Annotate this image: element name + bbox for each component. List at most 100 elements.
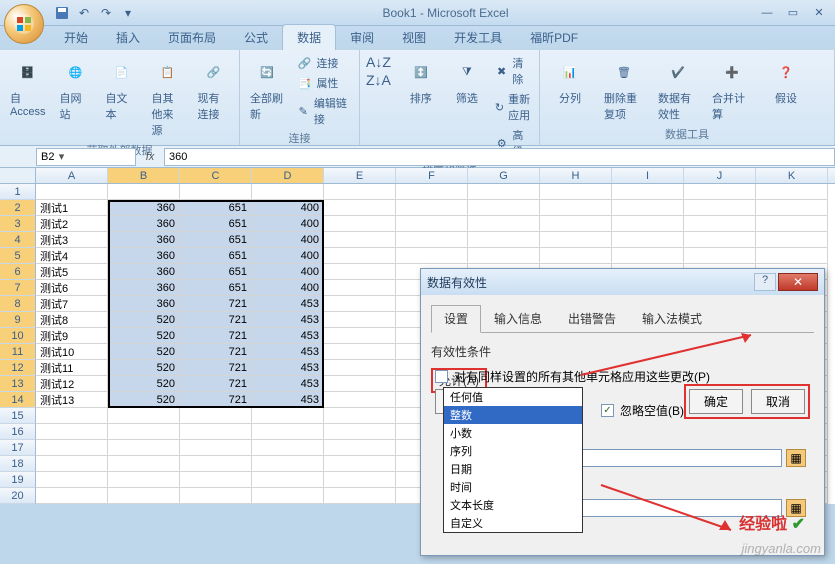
row-header-17[interactable]: 17	[0, 440, 36, 456]
existing-conn-button[interactable]: 🔗现有连接	[193, 54, 233, 124]
cell-B11[interactable]: 520	[108, 344, 180, 360]
remove-duplicates-button[interactable]: 🗑删除重复项	[600, 54, 648, 124]
cell-D4[interactable]: 400	[252, 232, 324, 248]
cell-E15[interactable]	[324, 408, 396, 424]
row-header-2[interactable]: 2	[0, 200, 36, 216]
allow-option[interactable]: 任何值	[444, 388, 582, 406]
cell-C7[interactable]: 651	[180, 280, 252, 296]
col-header-J[interactable]: J	[684, 168, 756, 183]
from-text-button[interactable]: 📄自文本	[101, 54, 141, 124]
cell-F1[interactable]	[396, 184, 468, 200]
allow-option[interactable]: 自定义	[444, 514, 582, 532]
row-header-14[interactable]: 14	[0, 392, 36, 408]
cell-C16[interactable]	[180, 424, 252, 440]
cell-E19[interactable]	[324, 472, 396, 488]
col-header-F[interactable]: F	[396, 168, 468, 183]
cell-C1[interactable]	[180, 184, 252, 200]
cell-J1[interactable]	[684, 184, 756, 200]
cell-D5[interactable]: 400	[252, 248, 324, 264]
row-header-7[interactable]: 7	[0, 280, 36, 296]
ok-button[interactable]: 确定	[689, 389, 743, 414]
cell-H5[interactable]	[540, 248, 612, 264]
name-box-dropdown-icon[interactable]: ▾	[54, 150, 68, 163]
cell-K3[interactable]	[756, 216, 828, 232]
name-box[interactable]: B2 ▾	[36, 148, 136, 166]
cell-F3[interactable]	[396, 216, 468, 232]
cell-A6[interactable]: 测试5	[36, 264, 108, 280]
data-validation-button[interactable]: ✔️数据有效性	[654, 54, 702, 124]
row-header-16[interactable]: 16	[0, 424, 36, 440]
cell-I3[interactable]	[612, 216, 684, 232]
row-header-6[interactable]: 6	[0, 264, 36, 280]
cell-A11[interactable]: 测试10	[36, 344, 108, 360]
row-header-13[interactable]: 13	[0, 376, 36, 392]
allow-option[interactable]: 小数	[444, 424, 582, 442]
cell-C10[interactable]: 721	[180, 328, 252, 344]
cell-C13[interactable]: 721	[180, 376, 252, 392]
select-all-corner[interactable]	[0, 168, 36, 183]
tab-home[interactable]: 开始	[50, 25, 102, 50]
col-header-H[interactable]: H	[540, 168, 612, 183]
cell-C14[interactable]: 721	[180, 392, 252, 408]
save-button[interactable]	[54, 5, 70, 21]
row-header-3[interactable]: 3	[0, 216, 36, 232]
cell-G1[interactable]	[468, 184, 540, 200]
cell-E17[interactable]	[324, 440, 396, 456]
cell-A20[interactable]	[36, 488, 108, 504]
cell-C15[interactable]	[180, 408, 252, 424]
row-header-5[interactable]: 5	[0, 248, 36, 264]
cell-A7[interactable]: 测试6	[36, 280, 108, 296]
qat-dropdown[interactable]: ▾	[120, 5, 136, 21]
cell-E8[interactable]	[324, 296, 396, 312]
cell-A16[interactable]	[36, 424, 108, 440]
allow-option[interactable]: 序列	[444, 442, 582, 460]
cell-B1[interactable]	[108, 184, 180, 200]
allow-option[interactable]: 时间	[444, 478, 582, 496]
cell-B16[interactable]	[108, 424, 180, 440]
cell-C19[interactable]	[180, 472, 252, 488]
cell-B15[interactable]	[108, 408, 180, 424]
cell-A9[interactable]: 测试8	[36, 312, 108, 328]
tab-view[interactable]: 视图	[388, 25, 440, 50]
apply-same-checkbox[interactable]: ✓	[435, 370, 448, 383]
cell-A17[interactable]	[36, 440, 108, 456]
cell-E10[interactable]	[324, 328, 396, 344]
cell-D12[interactable]: 453	[252, 360, 324, 376]
cell-D9[interactable]: 453	[252, 312, 324, 328]
text-to-columns-button[interactable]: 📊分列	[546, 54, 594, 108]
cell-A10[interactable]: 测试9	[36, 328, 108, 344]
cell-G2[interactable]	[468, 200, 540, 216]
cell-B6[interactable]: 360	[108, 264, 180, 280]
row-header-19[interactable]: 19	[0, 472, 36, 488]
cell-C3[interactable]: 651	[180, 216, 252, 232]
row-header-1[interactable]: 1	[0, 184, 36, 200]
cell-A5[interactable]: 测试4	[36, 248, 108, 264]
cell-A8[interactable]: 测试7	[36, 296, 108, 312]
cell-E6[interactable]	[324, 264, 396, 280]
from-web-button[interactable]: 🌐自网站	[55, 54, 95, 124]
cell-I1[interactable]	[612, 184, 684, 200]
cell-H1[interactable]	[540, 184, 612, 200]
cell-C2[interactable]: 651	[180, 200, 252, 216]
filter-button[interactable]: ⧩筛选	[447, 54, 487, 108]
cell-J3[interactable]	[684, 216, 756, 232]
cell-H3[interactable]	[540, 216, 612, 232]
cell-A15[interactable]	[36, 408, 108, 424]
cell-A3[interactable]: 测试2	[36, 216, 108, 232]
cell-D10[interactable]: 453	[252, 328, 324, 344]
whatif-button[interactable]: ❓假设	[762, 54, 810, 108]
cell-A19[interactable]	[36, 472, 108, 488]
cell-B3[interactable]: 360	[108, 216, 180, 232]
maximize-button[interactable]: ▭	[781, 5, 805, 21]
allow-option[interactable]: 整数	[444, 406, 582, 424]
cell-B12[interactable]: 520	[108, 360, 180, 376]
consolidate-button[interactable]: ➕合并计算	[708, 54, 756, 124]
cell-G4[interactable]	[468, 232, 540, 248]
cell-C18[interactable]	[180, 456, 252, 472]
cell-D3[interactable]: 400	[252, 216, 324, 232]
cell-D7[interactable]: 400	[252, 280, 324, 296]
edit-links-button[interactable]: ✎编辑链接	[294, 94, 353, 128]
cell-E14[interactable]	[324, 392, 396, 408]
cell-C17[interactable]	[180, 440, 252, 456]
minimize-button[interactable]: —	[755, 5, 779, 21]
